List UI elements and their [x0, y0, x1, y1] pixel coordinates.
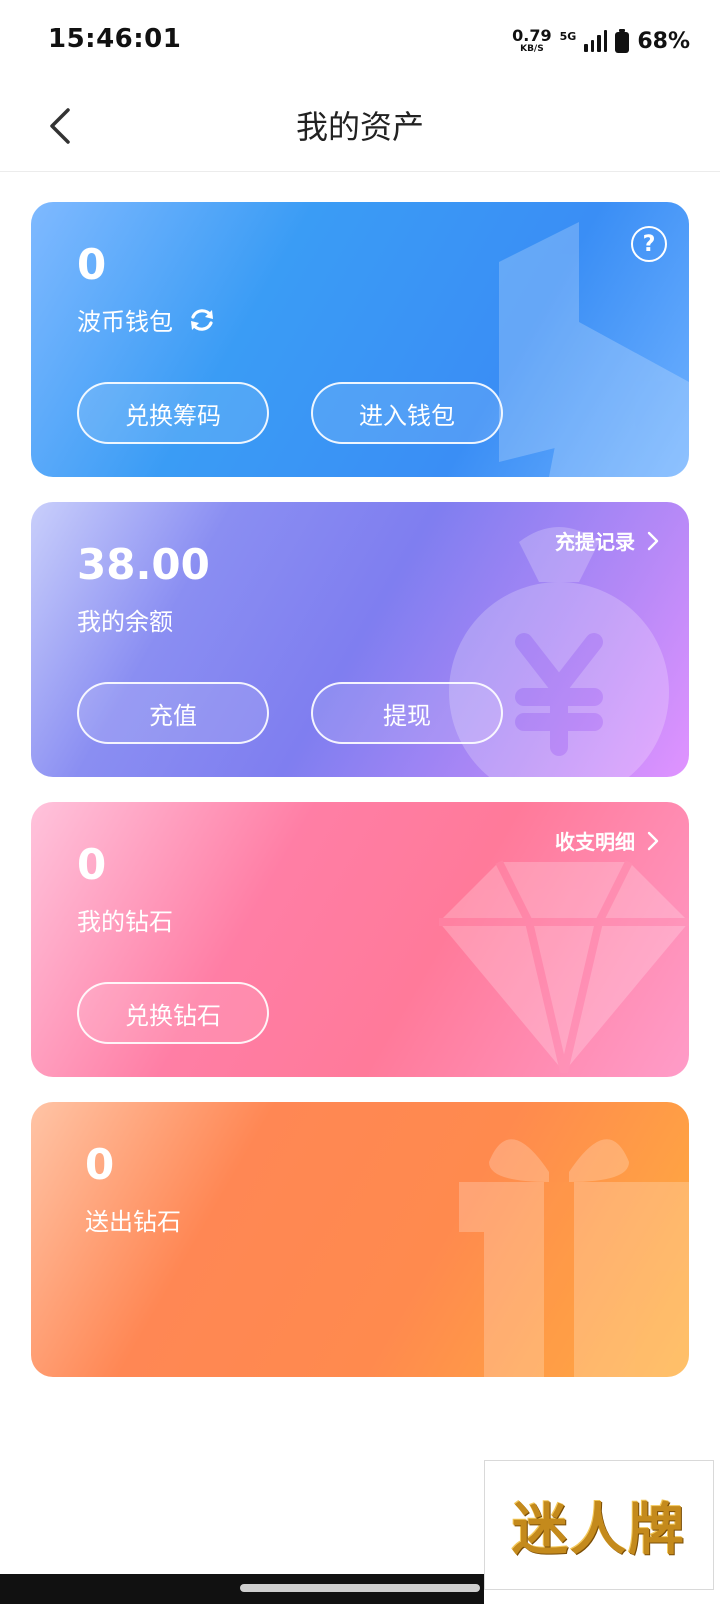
signal-icon	[584, 30, 608, 52]
balance-label-text: 我的余额	[77, 608, 173, 636]
withdraw-button[interactable]: 提现	[311, 682, 503, 744]
network-type: 5G	[559, 29, 577, 43]
status-indicators: 0.79 KB/S 5G 68%	[512, 26, 690, 56]
page-title: 我的资产	[295, 108, 424, 146]
wallet-amount: 0	[77, 240, 107, 289]
enter-wallet-button[interactable]: 进入钱包	[311, 382, 503, 444]
status-bar: 15:46:01 0.79 KB/S 5G 68%	[0, 0, 720, 82]
network-speed: 0.79 KB/S	[512, 28, 551, 54]
battery-icon	[615, 29, 630, 53]
sent-diamonds-card: 0 送出钻石	[31, 1102, 689, 1377]
home-indicator[interactable]	[240, 1584, 480, 1592]
exchange-diamonds-button[interactable]: 兑换钻石	[77, 982, 269, 1044]
network-speed-value: 0.79	[512, 26, 552, 45]
income-expense-link[interactable]: 收支明细	[555, 826, 659, 855]
question-icon[interactable]: ?	[631, 226, 667, 262]
watermark-text: 迷人牌	[512, 1496, 686, 1563]
sent-diamonds-label: 送出钻石	[85, 1202, 181, 1237]
balance-label: 我的余额	[77, 602, 173, 637]
recharge-button[interactable]: 充值	[77, 682, 269, 744]
exchange-chips-button[interactable]: 兑换筹码	[77, 382, 269, 444]
recharge-records-label: 充提记录	[555, 530, 635, 554]
battery-percent: 68%	[637, 28, 690, 54]
nav-bar: 我的资产	[0, 82, 720, 172]
diamond-label: 我的钻石	[77, 902, 173, 937]
wallet-label-row: 波币钱包	[77, 302, 217, 337]
refresh-icon[interactable]	[187, 305, 217, 335]
chevron-right-icon	[647, 531, 659, 550]
watermark-logo: 迷人牌	[484, 1460, 714, 1590]
sent-diamonds-amount: 0	[85, 1140, 115, 1189]
diamond-label-text: 我的钻石	[77, 908, 173, 936]
chevron-right-icon	[647, 831, 659, 850]
income-expense-label: 收支明细	[555, 830, 635, 854]
wallet-label: 波币钱包	[77, 308, 173, 336]
sent-diamonds-label-text: 送出钻石	[85, 1208, 181, 1236]
balance-card: 38.00 我的余额 充提记录 充值 提现	[31, 502, 689, 777]
question-mark: ?	[642, 231, 656, 257]
diamond-card: 0 我的钻石 收支明细 兑换钻石	[31, 802, 689, 1077]
gift-icon	[459, 1139, 689, 1377]
wallet-card: 0 波币钱包 ? 兑换筹码 进入钱包	[31, 202, 689, 477]
diamond-amount: 0	[77, 840, 107, 889]
recharge-records-link[interactable]: 充提记录	[555, 526, 659, 555]
status-time: 15:46:01	[48, 24, 182, 54]
network-speed-unit: KB/S	[520, 44, 544, 54]
balance-amount: 38.00	[77, 540, 210, 589]
